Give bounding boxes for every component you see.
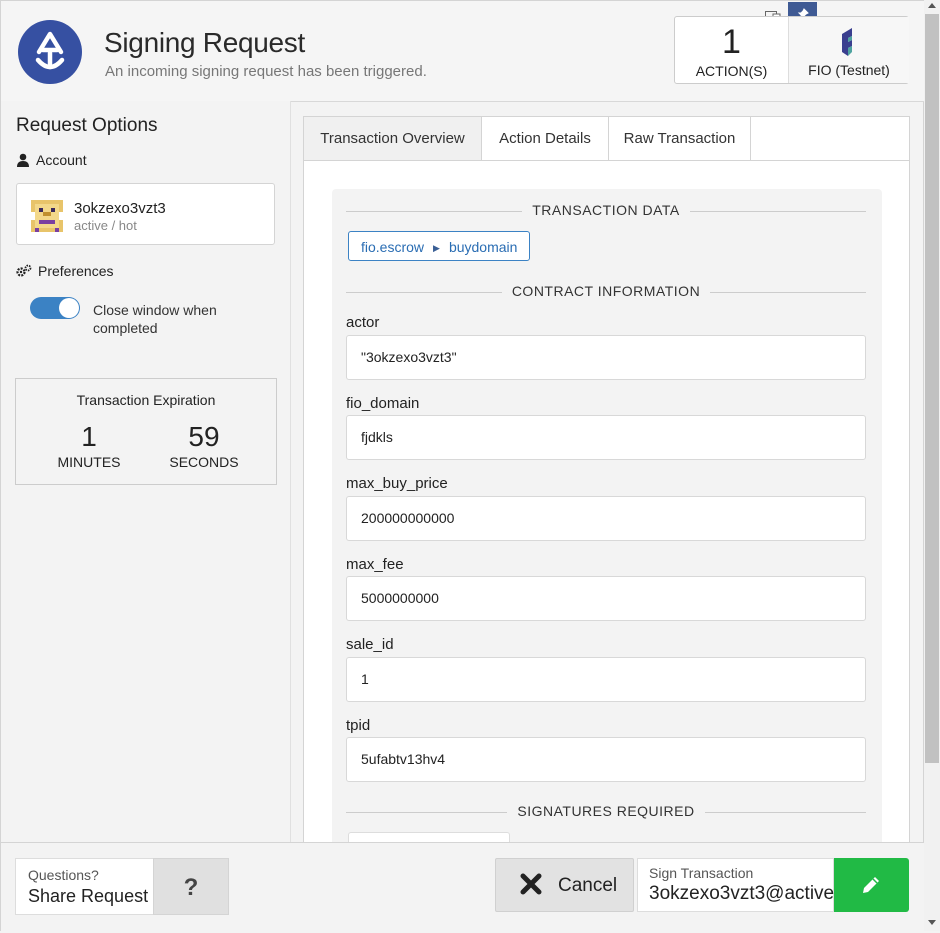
page-subtitle: An incoming signing request has been tri… (105, 63, 427, 80)
seconds-value: 59 (188, 421, 220, 452)
field-value-max-fee: 5000000000 (346, 576, 866, 621)
action-count: 1 (722, 23, 741, 61)
signing-window: Signing Request An incoming signing requ… (0, 0, 925, 933)
account-section-header: Account (16, 152, 87, 168)
request-options-sidebar: Request Options Account 3okzexo3vzt3 act… (1, 101, 291, 842)
signature-item (348, 832, 510, 842)
scroll-down-icon[interactable] (928, 920, 936, 925)
window-scrollbar[interactable] (924, 0, 940, 931)
expiration-minutes: 1 MINUTES (44, 421, 134, 471)
account-avatar (31, 200, 63, 232)
expiration-seconds: 59 SECONDS (159, 421, 249, 471)
account-section-label: Account (36, 152, 87, 168)
transaction-expiration: Transaction Expiration 1 MINUTES 59 SECO… (15, 378, 277, 485)
anchor-logo-icon (18, 20, 82, 84)
cancel-button[interactable]: Cancel (495, 858, 634, 912)
chain-panel: FIO (Testnet) (788, 17, 909, 83)
account-permission: active / hot (74, 218, 137, 233)
toggle-knob (59, 298, 79, 318)
share-request-label: Share Request (28, 886, 149, 906)
page-title: Signing Request (104, 27, 305, 58)
sign-account-info: Sign Transaction 3okzexo3vzt3@active (637, 858, 834, 912)
chain-name: FIO (Testnet) (808, 62, 890, 78)
contract-info-divider: CONTRACT INFORMATION (346, 283, 866, 301)
sidebar-title: Request Options (16, 115, 158, 136)
tab-raw-transaction[interactable]: Raw Transaction (609, 117, 751, 160)
scroll-up-icon[interactable] (928, 3, 936, 8)
action-count-label: ACTION(S) (695, 63, 768, 79)
field-label-actor: actor (346, 314, 380, 331)
sign-account: 3okzexo3vzt3@active (649, 883, 835, 904)
close-icon (520, 870, 542, 902)
footer-bar: Questions? Share Request ? Cancel Sign T… (1, 842, 925, 933)
field-label-sale-id: sale_id (346, 636, 394, 653)
contract-action-pill: fio.escrow ▶ buydomain (348, 231, 531, 261)
field-value-actor: "3okzexo3vzt3" (346, 335, 866, 380)
questions-label: Questions? (28, 867, 99, 883)
cancel-label: Cancel (558, 875, 618, 896)
gears-icon (16, 263, 38, 279)
close-window-label: Close window when completed (93, 302, 217, 336)
scroll-thumb[interactable] (925, 14, 939, 763)
signatures-heading: SIGNATURES REQUIRED (507, 803, 705, 819)
minutes-value: 1 (81, 421, 97, 452)
field-label-fio-domain: fio_domain (346, 395, 420, 412)
sign-transaction-label: Sign Transaction (649, 865, 754, 881)
request-summary: 1 ACTION(S) FIO (Testnet) (674, 16, 909, 84)
expiration-title: Transaction Expiration (76, 392, 216, 408)
header: Signing Request An incoming signing requ… (1, 1, 925, 102)
action-name: buydomain (448, 239, 518, 255)
field-value-fio-domain: fjdkls (346, 415, 866, 460)
field-value-tpid: 5ufabtv13hv4 (346, 737, 866, 782)
account-selector[interactable]: 3okzexo3vzt3 active / hot (16, 183, 275, 245)
tab-bar: Transaction Overview Action Details Raw … (304, 117, 909, 161)
contract-info-heading: CONTRACT INFORMATION (501, 283, 711, 299)
signatures-divider: SIGNATURES REQUIRED (346, 803, 866, 821)
tab-action-details[interactable]: Action Details (482, 117, 609, 160)
field-value-max-buy-price: 200000000000 (346, 496, 866, 541)
share-request-button[interactable]: Questions? Share Request (15, 858, 154, 915)
action-count-panel: 1 ACTION(S) (675, 17, 788, 83)
transaction-data-heading: TRANSACTION DATA (522, 202, 690, 218)
field-label-max-fee: max_fee (346, 556, 404, 573)
field-label-tpid: tpid (346, 717, 371, 734)
field-label-max-buy-price: max_buy_price (346, 475, 448, 492)
contract-name: fio.escrow (361, 239, 425, 255)
help-button[interactable]: ? (153, 858, 229, 915)
transaction-data-divider: TRANSACTION DATA (346, 202, 866, 220)
tab-transaction-overview[interactable]: Transaction Overview (304, 117, 482, 160)
preferences-section-header: Preferences (16, 263, 113, 279)
field-value-sale-id: 1 (346, 657, 866, 702)
caret-right-icon: ▶ (433, 243, 440, 253)
transaction-panel: Transaction Overview Action Details Raw … (303, 116, 910, 842)
preferences-section-label: Preferences (38, 263, 114, 279)
overview-panel: TRANSACTION DATA fio.escrow ▶ buydomain CO… (332, 189, 882, 842)
user-icon (16, 152, 36, 168)
pencil-icon (860, 874, 882, 901)
seconds-label: SECONDS (169, 454, 239, 470)
fio-logo-icon (840, 28, 858, 61)
minutes-label: MINUTES (57, 454, 121, 470)
account-name: 3okzexo3vzt3 (74, 200, 166, 217)
sign-button[interactable] (834, 858, 909, 912)
close-window-toggle[interactable] (30, 297, 80, 319)
